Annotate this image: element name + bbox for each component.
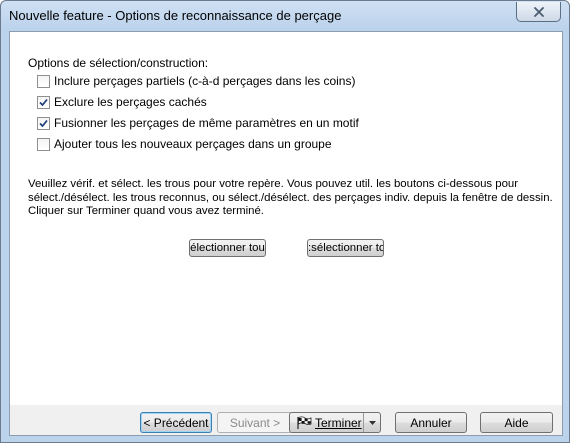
options-section-label: Options de sélection/construction: [28,56,209,70]
checkbox-box[interactable] [37,116,50,130]
checkbox-label: Inclure perçages partiels (c-à-d perçage… [54,74,356,88]
instructions-line: sélect./désélect. les trous reconnus, ou… [28,191,553,204]
select-all-button[interactable]: électionner tou [189,239,266,257]
previous-button[interactable]: < Précédent [140,412,212,433]
finish-split-button[interactable]: Terminer [289,412,381,433]
instructions-line: Veuillez vérif. et sélect. les trous pou… [28,178,519,190]
add-holes-to-group-checkbox[interactable]: Ajouter tous les nouveaux perçages dans … [37,136,332,152]
checkered-flag-icon [296,415,312,430]
close-button[interactable] [516,2,561,22]
close-icon [533,6,544,17]
checkbox-box[interactable] [37,95,50,109]
chevron-down-icon [368,420,376,425]
cancel-button-label: Annuler [410,415,452,430]
merge-holes-pattern-checkbox[interactable]: Fusionner les perçages de même paramètre… [37,115,359,131]
help-button-label: Aide [504,415,529,430]
next-button-label: Suivant > [229,415,281,430]
checkmark-icon [39,98,48,106]
checkbox-label: Exclure les perçages cachés [54,95,207,109]
cancel-button[interactable]: Annuler [395,412,467,433]
help-button[interactable]: Aide [480,412,553,433]
checkmark-icon [39,119,48,127]
checkbox-label: Ajouter tous les nouveaux perçages dans … [54,137,332,151]
next-button[interactable]: Suivant > [217,412,293,433]
checkbox-box[interactable] [37,137,50,151]
exclude-hidden-holes-checkbox[interactable]: Exclure les perçages cachés [37,94,207,110]
window-title: Nouvelle feature - Options de reconnaiss… [9,8,342,23]
instructions-line: Cliquer sur Terminer quand vous avez ter… [28,205,264,217]
title-bar: Nouvelle feature - Options de reconnaiss… [1,1,569,29]
deselect-all-button[interactable]: :sélectionner to [307,239,384,257]
checkbox-label: Fusionner les perçages de même paramètre… [54,116,359,130]
dialog-window: Nouvelle feature - Options de reconnaiss… [0,0,570,443]
content-panel: Options de sélection/construction: Inclu… [10,32,562,405]
checkbox-box[interactable] [37,74,50,88]
previous-button-label: < Précédent [143,415,209,430]
include-partial-holes-checkbox[interactable]: Inclure perçages partiels (c-à-d perçage… [37,73,355,89]
dialog-button-bar: < Précédent Suivant > Terminer Annuler A… [10,405,562,435]
instructions-text: Veuillez vérif. et sélect. les trous pou… [28,178,553,219]
finish-dropdown-arrow[interactable] [363,413,380,432]
dialog-client-area: Options de sélection/construction: Inclu… [9,31,563,436]
finish-button-label: Terminer [315,415,362,430]
